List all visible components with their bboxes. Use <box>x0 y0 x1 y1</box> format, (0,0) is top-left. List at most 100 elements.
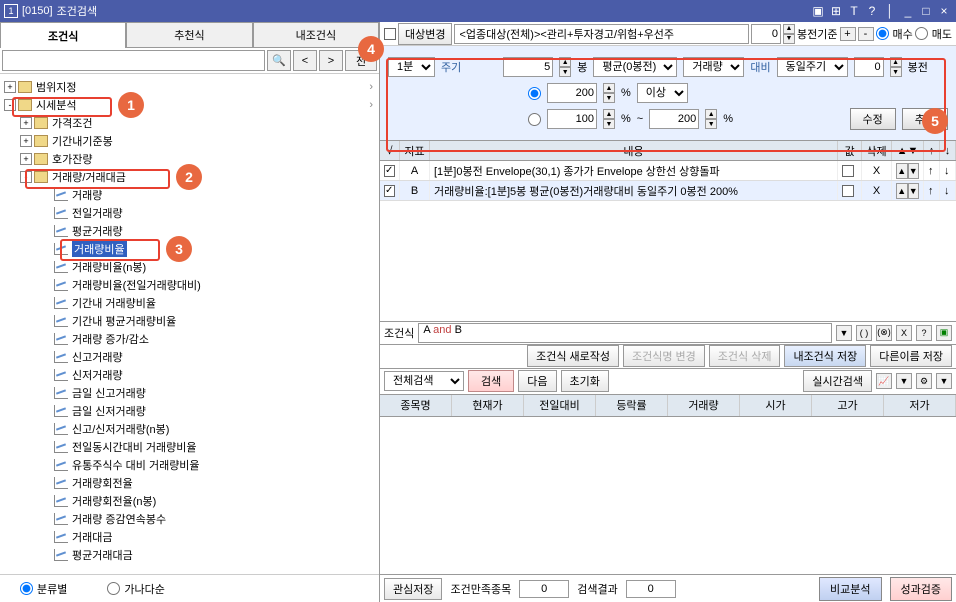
sort-by-name[interactable]: 가나다순 <box>107 581 164 597</box>
tree-item-range[interactable]: +범위지정› <box>0 78 379 96</box>
search-input[interactable] <box>2 50 265 71</box>
spinner-down[interactable]: ▼ <box>603 93 615 103</box>
tree-item-price-cond[interactable]: +가격조건 <box>0 114 379 132</box>
tree-leaf-new-high-volume[interactable]: 신고거래량 <box>0 348 379 366</box>
target-pin-checkbox[interactable] <box>384 28 396 40</box>
rename-formula-button[interactable]: 조건식명 변경 <box>623 345 705 367</box>
minus-button[interactable]: - <box>858 27 874 41</box>
prev-button[interactable]: < <box>293 50 317 71</box>
spinner-down[interactable]: ▼ <box>890 67 902 77</box>
period-select[interactable]: 1분 <box>388 57 435 77</box>
tree-leaf-period-volume-ratio[interactable]: 기간내 거래량비율 <box>0 294 379 312</box>
tree-leaf-period-avg-volume-ratio[interactable]: 기간내 평균거래량비율 <box>0 312 379 330</box>
chart-icon-button[interactable]: 📈 <box>876 373 892 389</box>
search-next-button[interactable]: 다음 <box>518 370 556 392</box>
condition-radio-above[interactable] <box>528 87 541 100</box>
cond-a-delete[interactable]: X <box>873 165 880 177</box>
delete-formula-button[interactable]: 조건식 삭제 <box>709 345 781 367</box>
avg-select[interactable]: 평균(0봉전) <box>593 57 677 77</box>
spinner-down[interactable]: ▼ <box>603 119 615 129</box>
col-open[interactable]: 시가 <box>740 395 812 416</box>
value1-input[interactable] <box>547 83 597 103</box>
tree-leaf-trade-amount[interactable]: 거래대금 <box>0 528 379 546</box>
spinner-up[interactable]: ▲ <box>603 83 615 93</box>
target-bong-input[interactable] <box>751 24 781 44</box>
same-period-select[interactable]: 동일주기 <box>777 57 848 77</box>
cond-b-down[interactable]: ▼ <box>908 183 920 199</box>
cond-a-up[interactable]: ▲ <box>896 163 908 179</box>
formula-paren2[interactable]: (⊗) <box>876 325 892 341</box>
tree-item-period-bong[interactable]: +기간내기준봉 <box>0 132 379 150</box>
spinner-down[interactable]: ▼ <box>783 34 795 44</box>
tree-leaf-volume-incdec[interactable]: 거래량 증가/감소 <box>0 330 379 348</box>
tree-leaf-prev-sametime-volume[interactable]: 전일동시간대비 거래량비율 <box>0 438 379 456</box>
tree-leaf-today-high-volume[interactable]: 금일 신고거래량 <box>0 384 379 402</box>
value2-input[interactable] <box>547 109 597 129</box>
cond-a-top[interactable]: ↑ <box>928 165 934 177</box>
target-change-button[interactable]: 대상변경 <box>398 23 452 45</box>
tree-leaf-volume-turnover[interactable]: 거래량회전율 <box>0 474 379 492</box>
tree-leaf-highlow-volume-n[interactable]: 신고/신저거래량(n봉) <box>0 420 379 438</box>
tree-leaf-volume-turnover-n[interactable]: 거래량회전율(n봉) <box>0 492 379 510</box>
expand-icon[interactable]: + <box>20 153 32 165</box>
collapse-icon[interactable]: - <box>4 99 16 111</box>
spinner-up[interactable]: ▲ <box>603 109 615 119</box>
titlebar-btn-0[interactable]: ▣ <box>810 3 826 19</box>
tree-leaf-avg-volume[interactable]: 평균거래량 <box>0 222 379 240</box>
cond-b-up[interactable]: ▲ <box>896 183 908 199</box>
expand-icon[interactable]: + <box>4 81 16 93</box>
volume-type-select[interactable]: 거래량 <box>683 57 744 77</box>
search-run-button[interactable]: 검색 <box>468 370 514 392</box>
spinner-down[interactable]: ▼ <box>705 119 717 129</box>
spinner-up[interactable]: ▲ <box>559 57 571 67</box>
tree-item-price-analysis[interactable]: -시세분석› <box>0 96 379 114</box>
col-name[interactable]: 종목명 <box>380 395 452 416</box>
next-button[interactable]: > <box>319 50 343 71</box>
sort-by-category[interactable]: 분류별 <box>20 581 67 597</box>
tree-leaf-today-low-volume[interactable]: 금일 신저거래량 <box>0 402 379 420</box>
tab-condition[interactable]: 조건식 <box>0 22 126 48</box>
save-my-formula-button[interactable]: 내조건식 저장 <box>784 345 866 367</box>
tree-leaf-new-low-volume[interactable]: 신저거래량 <box>0 366 379 384</box>
cond-a-val[interactable] <box>842 165 854 177</box>
formula-check[interactable]: ▣ <box>936 325 952 341</box>
condition-row-a[interactable]: A [1분]0봉전 Envelope(30,1) 종가가 Envelope 상한… <box>380 161 956 181</box>
dropdown-icon2[interactable]: ▼ <box>936 373 952 389</box>
spinner-up[interactable]: ▲ <box>705 109 717 119</box>
col-low[interactable]: 저가 <box>884 395 956 416</box>
col-rate[interactable]: 등락률 <box>596 395 668 416</box>
collapse-icon[interactable]: - <box>20 171 32 183</box>
expand-icon[interactable]: + <box>20 117 32 129</box>
formula-input[interactable]: A and B <box>418 323 832 343</box>
bong-count-input[interactable] <box>503 57 553 77</box>
spinner-up[interactable]: ▲ <box>890 57 902 67</box>
formula-toggle[interactable]: ▼ <box>836 325 852 341</box>
search-reset-button[interactable]: 초기화 <box>561 370 609 392</box>
formula-help[interactable]: ? <box>916 325 932 341</box>
titlebar-btn-3[interactable]: ? <box>864 3 880 19</box>
titlebar-btn-2[interactable]: T <box>846 3 862 19</box>
tree-leaf-volume-ratio-prev[interactable]: 거래량비율(전일거래량대비) <box>0 276 379 294</box>
tab-recommend[interactable]: 추천식 <box>126 22 252 48</box>
settings-icon[interactable]: ⚙ <box>916 373 932 389</box>
tree-leaf-prev-volume[interactable]: 전일거래량 <box>0 204 379 222</box>
condition-radio-range[interactable] <box>528 113 541 126</box>
cond-b-bottom[interactable]: ↓ <box>944 185 950 197</box>
col-high[interactable]: 고가 <box>812 395 884 416</box>
tree-leaf-float-volume-ratio[interactable]: 유통주식수 대비 거래량비율 <box>0 456 379 474</box>
spinner-up[interactable]: ▲ <box>783 24 795 34</box>
formula-paren[interactable]: ( ) <box>856 325 872 341</box>
sell-radio[interactable]: 매도 <box>915 26 952 42</box>
save-interest-button[interactable]: 관심저장 <box>384 578 442 600</box>
search-button[interactable]: 🔍 <box>267 50 291 71</box>
col-volume[interactable]: 거래량 <box>668 395 740 416</box>
cond-b-val[interactable] <box>842 185 854 197</box>
bong-before-input[interactable] <box>854 57 884 77</box>
expand-icon[interactable]: + <box>20 135 32 147</box>
search-scope-select[interactable]: 전체검색 <box>384 371 464 391</box>
cond-b-delete[interactable]: X <box>873 185 880 197</box>
tree-leaf-avg-trade-amount[interactable]: 평균거래대금 <box>0 546 379 564</box>
plus-button[interactable]: + <box>840 27 856 41</box>
cond-b-top[interactable]: ↑ <box>928 185 934 197</box>
spinner-down[interactable]: ▼ <box>559 67 571 77</box>
